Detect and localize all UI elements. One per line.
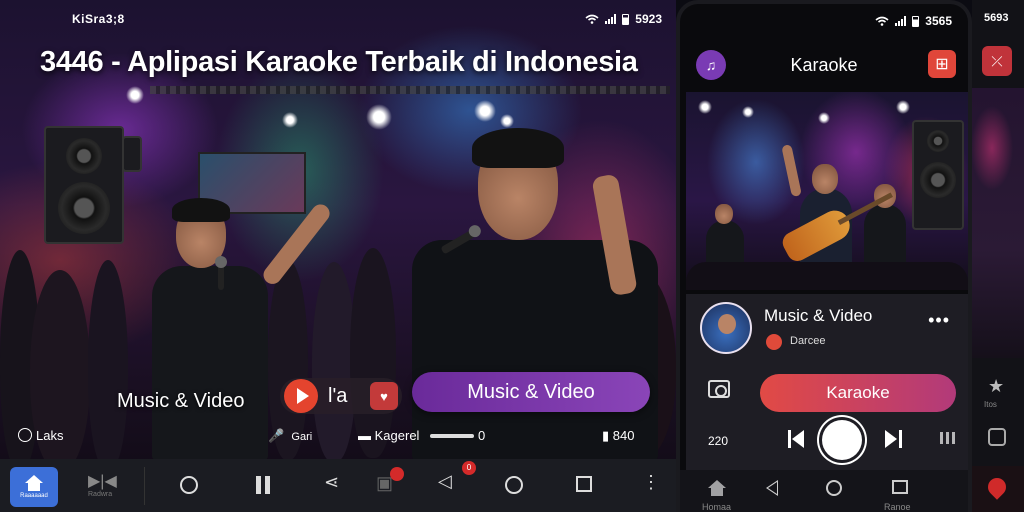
status-bar: 5923 [585,12,662,26]
info-row: Laks 🎤 Gari ▬ Kagerel 0 ▮ 840 [0,426,676,446]
page-title: 3446 - Aplipasi Karaoke Terbaik di Indon… [40,46,638,78]
slider-end: 0 [478,428,486,443]
track-artist: Darcee [790,335,826,347]
heart-icon[interactable] [766,334,782,350]
stage-light [818,112,830,124]
nav-home-icon[interactable] [708,480,726,496]
kagerel-label: Kagerel [374,428,420,443]
music-video-button[interactable]: Music & Video [412,372,650,412]
back-icon[interactable]: ◁ [438,471,452,492]
speaker [44,126,124,244]
camera-icon[interactable] [708,380,730,398]
now-playing-card[interactable]: Music & Video Darcee ••• [686,294,968,360]
recents-icon[interactable] [892,480,908,494]
previous-icon[interactable] [788,430,806,448]
stage-light [474,100,496,122]
edge-image [972,88,1024,358]
laks-label: Laks [36,428,64,443]
app-header: ♫ Karaoke ⊞ [680,38,968,88]
clock-icon [18,428,32,442]
nav-home[interactable]: Raaaaaad [10,467,58,507]
phone-screen: 3565 ♫ Karaoke ⊞ Music & Video Darcee ••… [676,0,972,512]
mic-item[interactable]: 🎤 Gari [268,428,312,444]
wifi-icon [585,14,599,24]
book-count: 840 [612,428,635,443]
notification-badge [390,467,404,481]
nav-skip-caption: Radwra [88,491,113,498]
gari-label: Gari [291,431,313,443]
track-avatar [700,302,752,354]
progress-slider[interactable] [430,434,474,438]
speaker [912,120,964,230]
phone-nav-bar: Homaa Ranoe [680,470,968,512]
home-icon [25,475,43,491]
star-icon[interactable]: ★ [988,376,1004,397]
singer-left [146,196,334,460]
heart-icon[interactable]: ♥ [370,382,398,410]
edge-nav [972,466,1024,512]
mini-player-title: l'a [328,384,348,407]
stage-light [500,114,514,128]
edge-panel: 5693 ⤫ ★ Itos [972,0,1024,512]
phone-status-bar: 3565 [875,14,952,28]
status-clock: 5923 [635,12,662,26]
location-pin-icon[interactable] [984,474,1010,500]
phone-status-clock: 3565 [925,14,952,28]
alert-badge: 0 [462,461,476,475]
divider [144,467,145,505]
pause-icon[interactable] [256,476,270,494]
share-icon[interactable]: ⋖ [324,472,339,493]
nav-recent-caption: Ranoe [884,502,911,512]
book-item[interactable]: ▮ 840 [602,428,634,444]
status-time: KiSra3;8 [72,12,125,26]
wifi-icon [875,16,889,26]
stage-light [896,100,910,114]
nav-info-icon[interactable] [180,476,198,494]
signal-icon [605,14,617,24]
stage-truss [150,86,670,94]
home-circle-icon[interactable] [826,480,842,496]
recents-icon[interactable] [576,476,592,492]
stage-light [742,106,754,118]
stage-light [282,112,298,128]
nav-home-caption: Raaaaaad [20,493,48,499]
karaoke-button[interactable]: Karaoke [760,374,956,412]
edge-action-icon[interactable]: ⤫ [982,46,1012,76]
more-options-icon[interactable]: ••• [928,310,950,331]
edge-item-caption: Itos [984,400,997,409]
player-controls: Karaoke 220 [686,360,968,470]
record-button[interactable] [822,420,862,460]
back-icon[interactable] [766,480,778,496]
edge-square-icon[interactable] [988,428,1006,446]
nav-home-caption: Homaa [702,502,732,512]
track-title: Music & Video [764,306,873,325]
stage-light [698,100,712,114]
hero-image [686,92,968,290]
menu-icon[interactable]: ⊞ [928,50,956,78]
battery-icon [912,15,920,27]
app-title: Karaoke [790,55,858,75]
speaker [122,136,142,172]
stage-light [366,104,392,130]
crowd [686,262,968,290]
more-icon[interactable]: ⋮ [642,472,660,493]
signal-icon [895,16,907,26]
nav-skip[interactable]: ▶|◀ Radwra [88,471,117,498]
edge-status-clock: 5693 [984,12,1009,24]
mini-player[interactable]: l'a ♥ [280,378,402,414]
battery-icon [622,13,630,25]
bottom-nav: Raaaaaad ▶|◀ Radwra ⋖ ▣ ◁ 0 ⋮ [0,459,676,512]
track-time: 220 [708,434,729,448]
music-video-label: Music & Video [117,390,245,412]
play-icon[interactable] [284,379,318,413]
laks-item[interactable]: Laks [18,428,63,443]
queue-icon[interactable] [940,432,956,444]
kagerel-item[interactable]: ▬ Kagerel [358,428,419,443]
next-icon[interactable] [884,430,902,448]
stage-light [126,86,144,104]
home-circle-icon[interactable] [505,476,523,494]
promo-screen: KiSra3;8 5923 3446 - Aplipasi Karaoke Te… [0,0,676,512]
